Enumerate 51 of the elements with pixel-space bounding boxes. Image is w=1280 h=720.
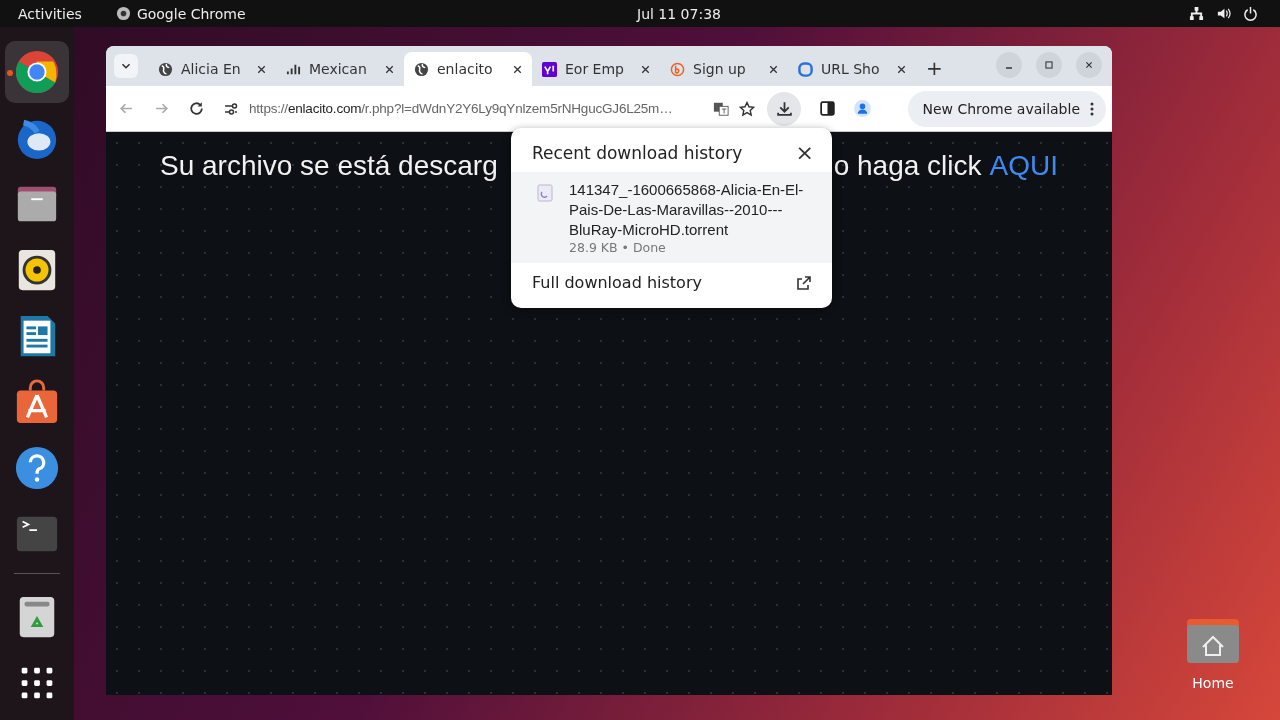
page-heading: o haga click xyxy=(833,150,982,182)
star-icon[interactable] xyxy=(739,100,755,117)
file-icon xyxy=(537,184,553,202)
browser-tab[interactable]: URL Sho xyxy=(788,52,916,86)
translate-icon[interactable] xyxy=(713,100,729,117)
globe-icon xyxy=(158,61,173,77)
site-settings-icon[interactable] xyxy=(223,100,239,117)
download-item[interactable]: 141347_-1600665868-Alicia-En-El-Pais-De-Las-Maravillas--2010---BluRay-MicroHD.torrent 28.9 KB • Done xyxy=(511,172,832,263)
clock[interactable]: Jul 11 07:38 xyxy=(637,5,721,22)
dock-chrome-item[interactable] xyxy=(5,41,69,103)
browser-tab[interactable]: Alicia En xyxy=(148,52,276,86)
activities-button[interactable]: Activities xyxy=(18,5,82,22)
browser-tab[interactable]: Sign up xyxy=(660,52,788,86)
tab-search-button[interactable] xyxy=(114,54,138,78)
bitly-icon xyxy=(670,61,685,77)
download-button[interactable] xyxy=(767,91,801,126)
side-panel-icon[interactable] xyxy=(819,100,836,117)
help-icon xyxy=(14,445,60,491)
maximize-button[interactable] xyxy=(1036,52,1062,78)
new-tab-button[interactable]: + xyxy=(922,56,947,80)
download-status: 28.9 KB • Done xyxy=(569,240,667,255)
browser-tab[interactable]: enlacito xyxy=(404,52,532,86)
chrome-icon xyxy=(115,6,131,21)
globe-icon xyxy=(414,61,429,77)
shopping-bag-icon xyxy=(14,379,60,425)
ring-icon xyxy=(798,61,813,77)
more-icon xyxy=(1090,100,1094,117)
power-icon[interactable] xyxy=(1243,6,1258,21)
app-menu[interactable]: Google Chrome xyxy=(136,5,246,22)
download-icon xyxy=(775,100,793,117)
maximize-icon xyxy=(1042,58,1056,72)
home-folder-icon[interactable] xyxy=(1185,617,1241,665)
close-button[interactable]: × xyxy=(795,142,814,164)
icon-label: Home xyxy=(1192,675,1234,691)
update-button[interactable]: New Chrome available xyxy=(908,90,1106,127)
browser-tab[interactable]: Eor Emp xyxy=(532,52,660,86)
download-link[interactable]: AQUI xyxy=(989,150,1058,182)
network-icon[interactable] xyxy=(1189,6,1204,21)
minimize-icon xyxy=(1005,67,1013,69)
yahoo-icon xyxy=(542,61,557,77)
volume-icon[interactable] xyxy=(1216,6,1231,21)
reload-icon[interactable] xyxy=(188,100,205,117)
full-history-link[interactable]: Full download history xyxy=(511,263,832,308)
popup-title: Recent download history xyxy=(532,143,743,163)
browser-tab[interactable]: Mexican xyxy=(276,52,404,86)
url-text: https://enlacito.com/r.php?l=dWdnY2Y6Ly9qYnlzem5rNHgucGJ6L25m… xyxy=(249,101,674,116)
chrome-icon xyxy=(14,49,60,95)
file-name: 141347_-1600665868-Alicia-En-El-Pais-De-Las-Maravillas--2010---BluRay-MicroHD.torrent xyxy=(569,180,805,240)
open-external-icon xyxy=(796,274,812,291)
page-heading: Su archivo se está descarg xyxy=(160,150,498,182)
profile-icon[interactable] xyxy=(854,100,871,117)
